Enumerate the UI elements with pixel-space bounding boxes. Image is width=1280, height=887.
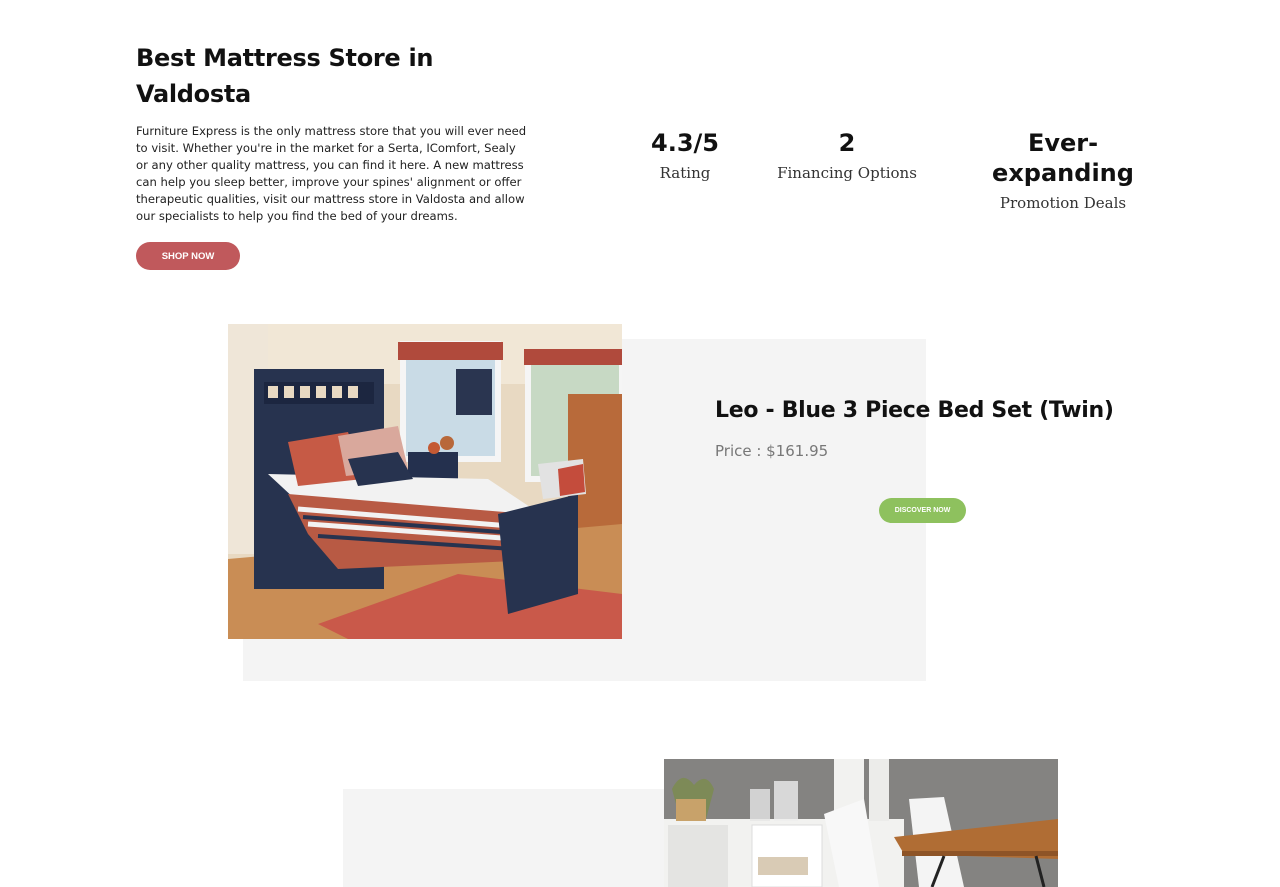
product-image-dining[interactable] <box>664 759 1058 887</box>
product-image-bed-set[interactable] <box>228 324 622 639</box>
stat-label: Financing Options <box>777 164 917 182</box>
product-price: Price : $161.95 <box>715 442 829 460</box>
stat-label: Promotion Deals <box>999 194 1127 212</box>
stat-value: Ever-expanding <box>992 129 1134 187</box>
product-card-background <box>343 789 673 887</box>
stat-financing: 2 Financing Options <box>767 128 927 182</box>
stat-value: 2 <box>838 129 856 157</box>
stat-label: Rating <box>659 164 711 182</box>
discover-now-button[interactable]: DISCOVER NOW <box>879 498 966 523</box>
shop-now-button[interactable]: SHOP NOW <box>136 242 240 270</box>
hero-title: Best Mattress Store in Valdosta <box>136 44 434 108</box>
stat-promotions: Ever-expanding Promotion Deals <box>963 128 1163 212</box>
stat-value: 4.3/5 <box>651 129 719 157</box>
product-title[interactable]: Leo - Blue 3 Piece Bed Set (Twin) <box>715 398 1114 423</box>
stat-rating: 4.3/5 Rating <box>625 128 745 182</box>
hero-description: Furniture Express is the only mattress s… <box>136 124 527 223</box>
